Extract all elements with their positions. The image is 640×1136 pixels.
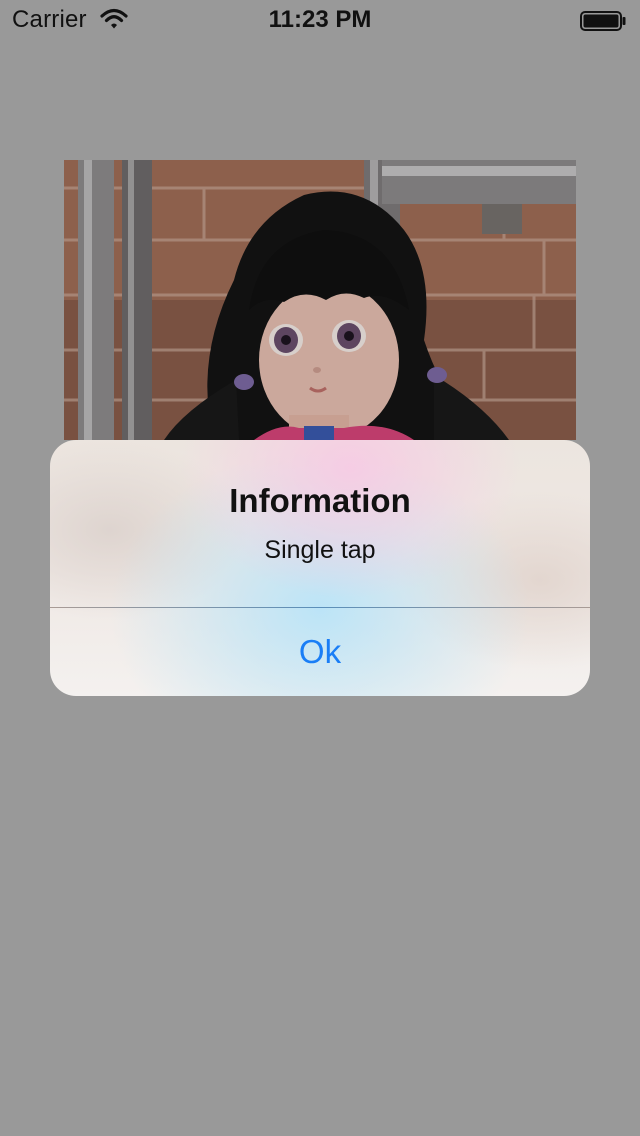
clock: 11:23 PM	[268, 6, 372, 33]
status-bar: Carrier 11:23 PM	[0, 0, 640, 40]
ok-button[interactable]: Ok	[50, 608, 590, 696]
alert-message: Single tap	[264, 536, 376, 564]
doll-photo	[64, 160, 576, 440]
alert-title: Information	[229, 482, 411, 519]
alert-dialog: Information Single tap Ok	[50, 440, 590, 696]
battery-icon	[580, 11, 626, 31]
